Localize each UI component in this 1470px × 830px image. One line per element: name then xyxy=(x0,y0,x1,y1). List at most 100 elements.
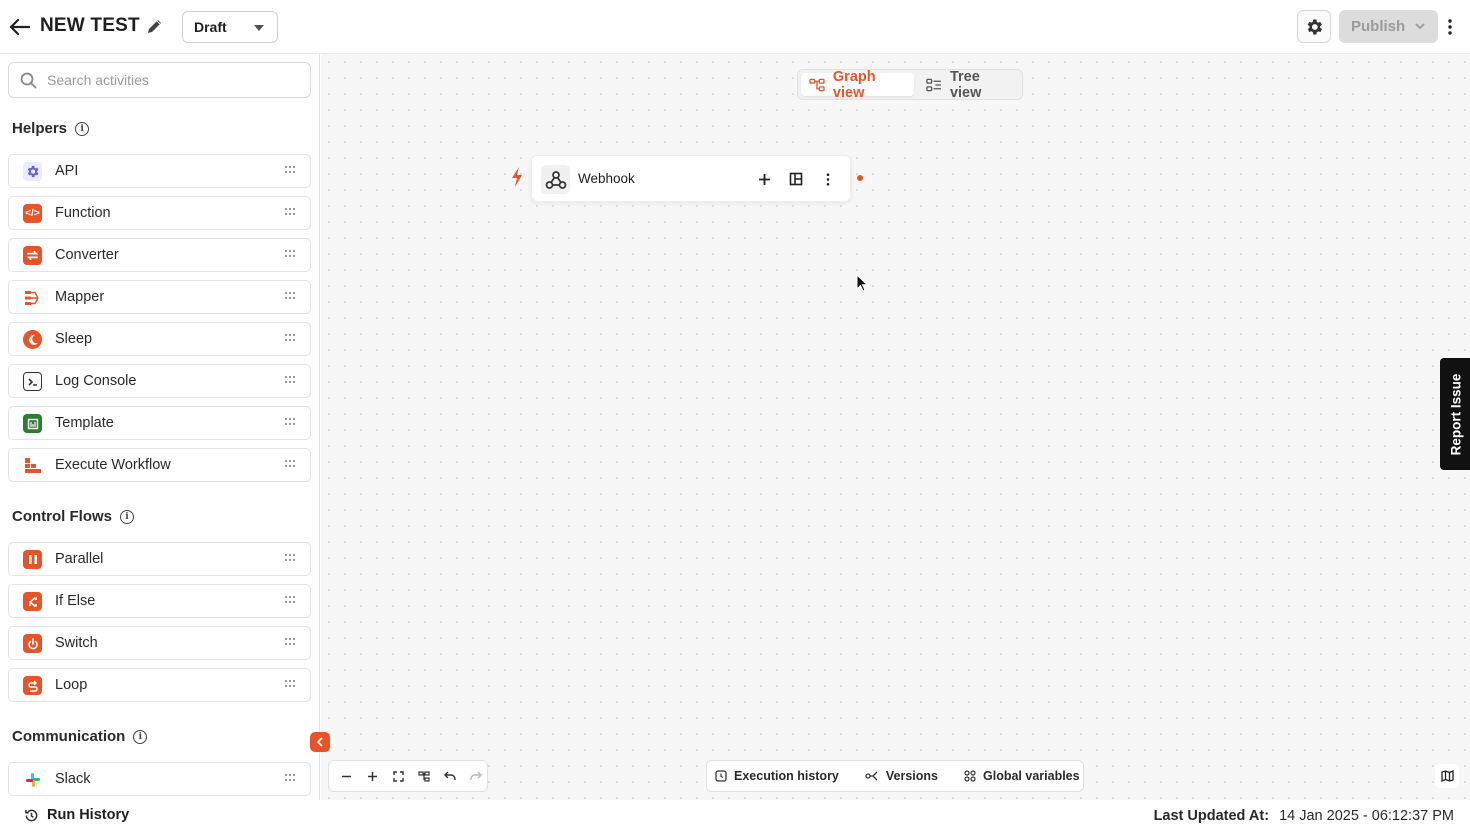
activity-if-else[interactable]: If Else xyxy=(8,584,311,618)
tab-execution-history[interactable]: Execution history xyxy=(715,769,839,783)
activity-label: Sleep xyxy=(55,331,93,347)
zoom-in-button[interactable] xyxy=(361,764,383,788)
activity-execute-workflow[interactable]: Execute Workflow xyxy=(8,448,311,482)
tab-global-variables[interactable]: Global variables xyxy=(964,769,1080,783)
publish-button[interactable]: Publish xyxy=(1339,10,1438,43)
tab-label: Versions xyxy=(885,769,939,783)
settings-button[interactable] xyxy=(1297,10,1331,43)
webhook-node[interactable]: Webhook xyxy=(531,155,851,202)
tab-label: Execution history xyxy=(734,769,839,783)
tab-tree-view[interactable]: Tree view xyxy=(918,69,1019,101)
webhook-icon xyxy=(541,165,570,194)
redo-button[interactable] xyxy=(465,764,487,788)
branch-icon xyxy=(23,592,42,611)
activity-mapper[interactable]: Mapper xyxy=(8,280,311,314)
edit-title-button[interactable] xyxy=(144,15,166,37)
redo-icon xyxy=(470,771,482,780)
activity-sleep[interactable]: Sleep xyxy=(8,322,311,356)
drag-handle-icon[interactable] xyxy=(285,292,296,302)
undo-icon xyxy=(444,771,456,780)
variables-icon xyxy=(964,770,976,782)
plus-icon xyxy=(758,173,770,185)
section-helpers: Helpers i xyxy=(12,120,90,137)
tab-versions[interactable]: Versions xyxy=(865,769,938,783)
drag-handle-icon[interactable] xyxy=(285,334,296,344)
pencil-icon xyxy=(148,20,161,33)
activity-loop[interactable]: Loop xyxy=(8,668,311,702)
top-bar: NEW TEST Draft Publish xyxy=(0,0,1470,54)
activity-switch[interactable]: Switch xyxy=(8,626,311,660)
drag-handle-icon[interactable] xyxy=(285,208,296,218)
node-panel-button[interactable] xyxy=(786,169,806,189)
report-issue-button[interactable]: Report Issue xyxy=(1440,358,1470,470)
report-issue-label: Report Issue xyxy=(1448,373,1463,455)
activity-template[interactable]: Template xyxy=(8,406,311,440)
info-icon[interactable]: i xyxy=(120,509,134,524)
minimap-button[interactable] xyxy=(1435,764,1459,788)
status-value: Draft xyxy=(194,19,227,35)
drag-handle-icon[interactable] xyxy=(285,166,296,176)
panel-icon xyxy=(789,172,803,186)
info-icon[interactable]: i xyxy=(75,121,90,136)
section-title: Helpers xyxy=(12,120,68,137)
mouse-cursor-icon xyxy=(856,274,868,292)
search-input[interactable] xyxy=(47,72,287,88)
section-title: Control Flows xyxy=(12,508,112,525)
node-more-button[interactable] xyxy=(818,169,838,189)
status-dropdown[interactable]: Draft xyxy=(182,11,278,43)
drag-handle-icon[interactable] xyxy=(285,460,296,470)
activity-api[interactable]: API xyxy=(8,154,311,188)
moon-icon xyxy=(23,330,42,349)
map-icon xyxy=(1440,770,1454,782)
caret-down-icon xyxy=(254,25,264,31)
activity-function[interactable]: </> Function xyxy=(8,196,311,230)
code-icon: </> xyxy=(23,204,42,223)
drag-handle-icon[interactable] xyxy=(285,554,296,564)
template-icon xyxy=(23,414,42,433)
drag-handle-icon[interactable] xyxy=(285,638,296,648)
section-communication: Communication i xyxy=(12,728,148,745)
versions-icon xyxy=(865,771,878,781)
tree-icon xyxy=(926,78,942,91)
section-control-flows: Control Flows i xyxy=(12,508,134,525)
fit-view-button[interactable] xyxy=(387,764,409,788)
undo-button[interactable] xyxy=(439,764,461,788)
view-toggle: Graph view Tree view xyxy=(797,69,1023,101)
run-history-button[interactable]: Run History xyxy=(0,800,320,830)
info-icon[interactable]: i xyxy=(133,729,148,744)
convert-icon xyxy=(23,246,42,265)
node-output-handle[interactable] xyxy=(857,175,863,181)
drag-handle-icon[interactable] xyxy=(285,596,296,606)
activity-slack[interactable]: Slack xyxy=(8,762,311,796)
drag-handle-icon[interactable] xyxy=(285,680,296,690)
collapse-sidebar-button[interactable] xyxy=(310,732,330,752)
activity-parallel[interactable]: Parallel xyxy=(8,542,311,576)
activity-label: Switch xyxy=(55,635,98,651)
tab-label: Graph view xyxy=(832,68,876,101)
minus-icon xyxy=(341,775,351,777)
workflow-canvas[interactable]: Graph view Tree view Webhook Report Issu… xyxy=(321,54,1470,800)
drag-handle-icon[interactable] xyxy=(285,418,296,428)
more-options-button[interactable] xyxy=(1442,14,1458,40)
zoom-out-button[interactable] xyxy=(335,764,357,788)
run-history-label: Run History xyxy=(47,807,130,823)
workflow-icon xyxy=(23,456,42,475)
fullscreen-icon xyxy=(392,770,404,782)
auto-layout-button[interactable] xyxy=(413,764,435,788)
activity-label: Slack xyxy=(55,771,91,787)
activity-log-console[interactable]: Log Console xyxy=(8,364,311,398)
drag-handle-icon[interactable] xyxy=(285,250,296,260)
drag-handle-icon[interactable] xyxy=(285,376,296,386)
chevron-left-icon xyxy=(316,737,323,747)
add-node-button[interactable] xyxy=(754,169,774,189)
gear-icon xyxy=(1307,19,1322,34)
activity-label: Function xyxy=(55,205,111,221)
back-button[interactable] xyxy=(8,14,32,40)
section-title: Communication xyxy=(12,728,126,745)
drag-handle-icon[interactable] xyxy=(285,774,296,784)
history-clock-icon xyxy=(25,809,38,821)
activity-label: Execute Workflow xyxy=(55,457,171,473)
activity-converter[interactable]: Converter xyxy=(8,238,311,272)
tab-graph-view[interactable]: Graph view xyxy=(801,69,915,101)
activity-label: If Else xyxy=(55,593,96,609)
